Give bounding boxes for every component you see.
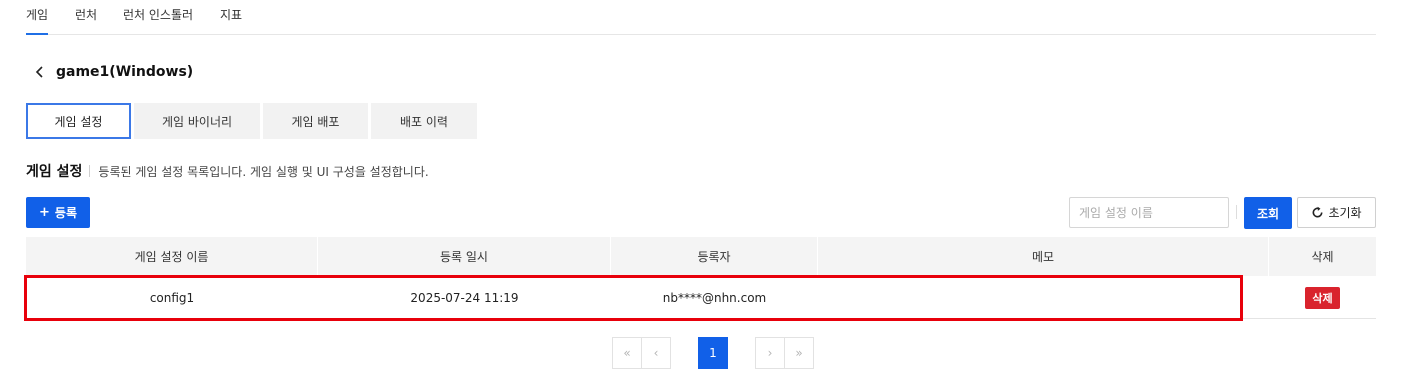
tab-game-settings[interactable]: 게임 설정 <box>26 103 131 139</box>
tab-game-deploy[interactable]: 게임 배포 <box>263 103 368 139</box>
delete-button[interactable]: 삭제 <box>1305 286 1340 309</box>
section-divider <box>89 165 91 177</box>
column-header-name[interactable]: 게임 설정 이름 <box>26 237 318 276</box>
tab-deploy-history[interactable]: 배포 이력 <box>371 103 477 139</box>
chevron-left-icon[interactable] <box>32 64 48 80</box>
refresh-icon <box>1312 206 1323 218</box>
section-header: 게임 설정 등록된 게임 설정 목록입니다. 게임 실행 및 UI 구성을 설정… <box>26 161 429 181</box>
plus-icon: + <box>39 205 50 220</box>
toolbar-divider <box>1236 205 1237 219</box>
column-header-delete: 삭제 <box>1311 250 1334 264</box>
page-title: game1(Windows) <box>56 64 194 80</box>
column-header-registered-at[interactable]: 등록 일시 <box>318 237 611 276</box>
search-button[interactable]: 조회 <box>1244 197 1292 229</box>
cell-delete: 삭제 <box>1269 276 1376 319</box>
nav-item-metrics[interactable]: 지표 <box>220 6 242 35</box>
section-description: 등록된 게임 설정 목록입니다. 게임 실행 및 UI 구성을 설정합니다. <box>98 164 429 179</box>
nav-item-launcher[interactable]: 런처 <box>75 6 97 35</box>
add-button[interactable]: + 등록 <box>26 197 90 228</box>
prev-page-button[interactable]: ‹ <box>641 337 671 369</box>
table-row[interactable]: config1 2025-07-24 11:19 nb****@nhn.com … <box>26 276 1376 319</box>
column-header-registrant[interactable]: 등록자 <box>611 237 818 276</box>
pagination: « ‹ 1 › » <box>612 337 814 369</box>
tab-game-binary[interactable]: 게임 바이너리 <box>134 103 260 139</box>
page-button-1[interactable]: 1 <box>698 337 728 369</box>
first-page-button[interactable]: « <box>612 337 642 369</box>
top-nav: 게임 런처 런처 인스톨러 지표 <box>26 0 1376 35</box>
last-page-button[interactable]: » <box>784 337 814 369</box>
cell-registered-at: 2025-07-24 11:19 <box>410 290 519 305</box>
reset-button-label: 초기화 <box>1328 206 1362 220</box>
column-header-memo[interactable]: 메모 <box>818 237 1269 276</box>
add-button-label: 등록 <box>54 206 77 220</box>
nav-item-launcher-installer[interactable]: 런처 인스톨러 <box>123 6 193 35</box>
search-input[interactable] <box>1069 197 1229 228</box>
cell-memo <box>818 276 1269 319</box>
next-page-button[interactable]: › <box>755 337 785 369</box>
cell-registrant: nb****@nhn.com <box>662 290 767 305</box>
cell-name[interactable]: config1 <box>26 276 318 319</box>
nav-item-game[interactable]: 게임 <box>26 6 49 35</box>
reset-button[interactable]: 초기화 <box>1297 197 1376 228</box>
settings-table: 게임 설정 이름 등록 일시 등록자 메모 삭제 config1 2025-07… <box>26 237 1376 319</box>
table-header: 게임 설정 이름 등록 일시 등록자 메모 삭제 <box>26 237 1376 276</box>
page-header: game1(Windows) <box>32 62 193 82</box>
tab-bar: 게임 설정 게임 바이너리 게임 배포 배포 이력 <box>26 103 480 139</box>
section-title: 게임 설정 <box>26 164 83 180</box>
